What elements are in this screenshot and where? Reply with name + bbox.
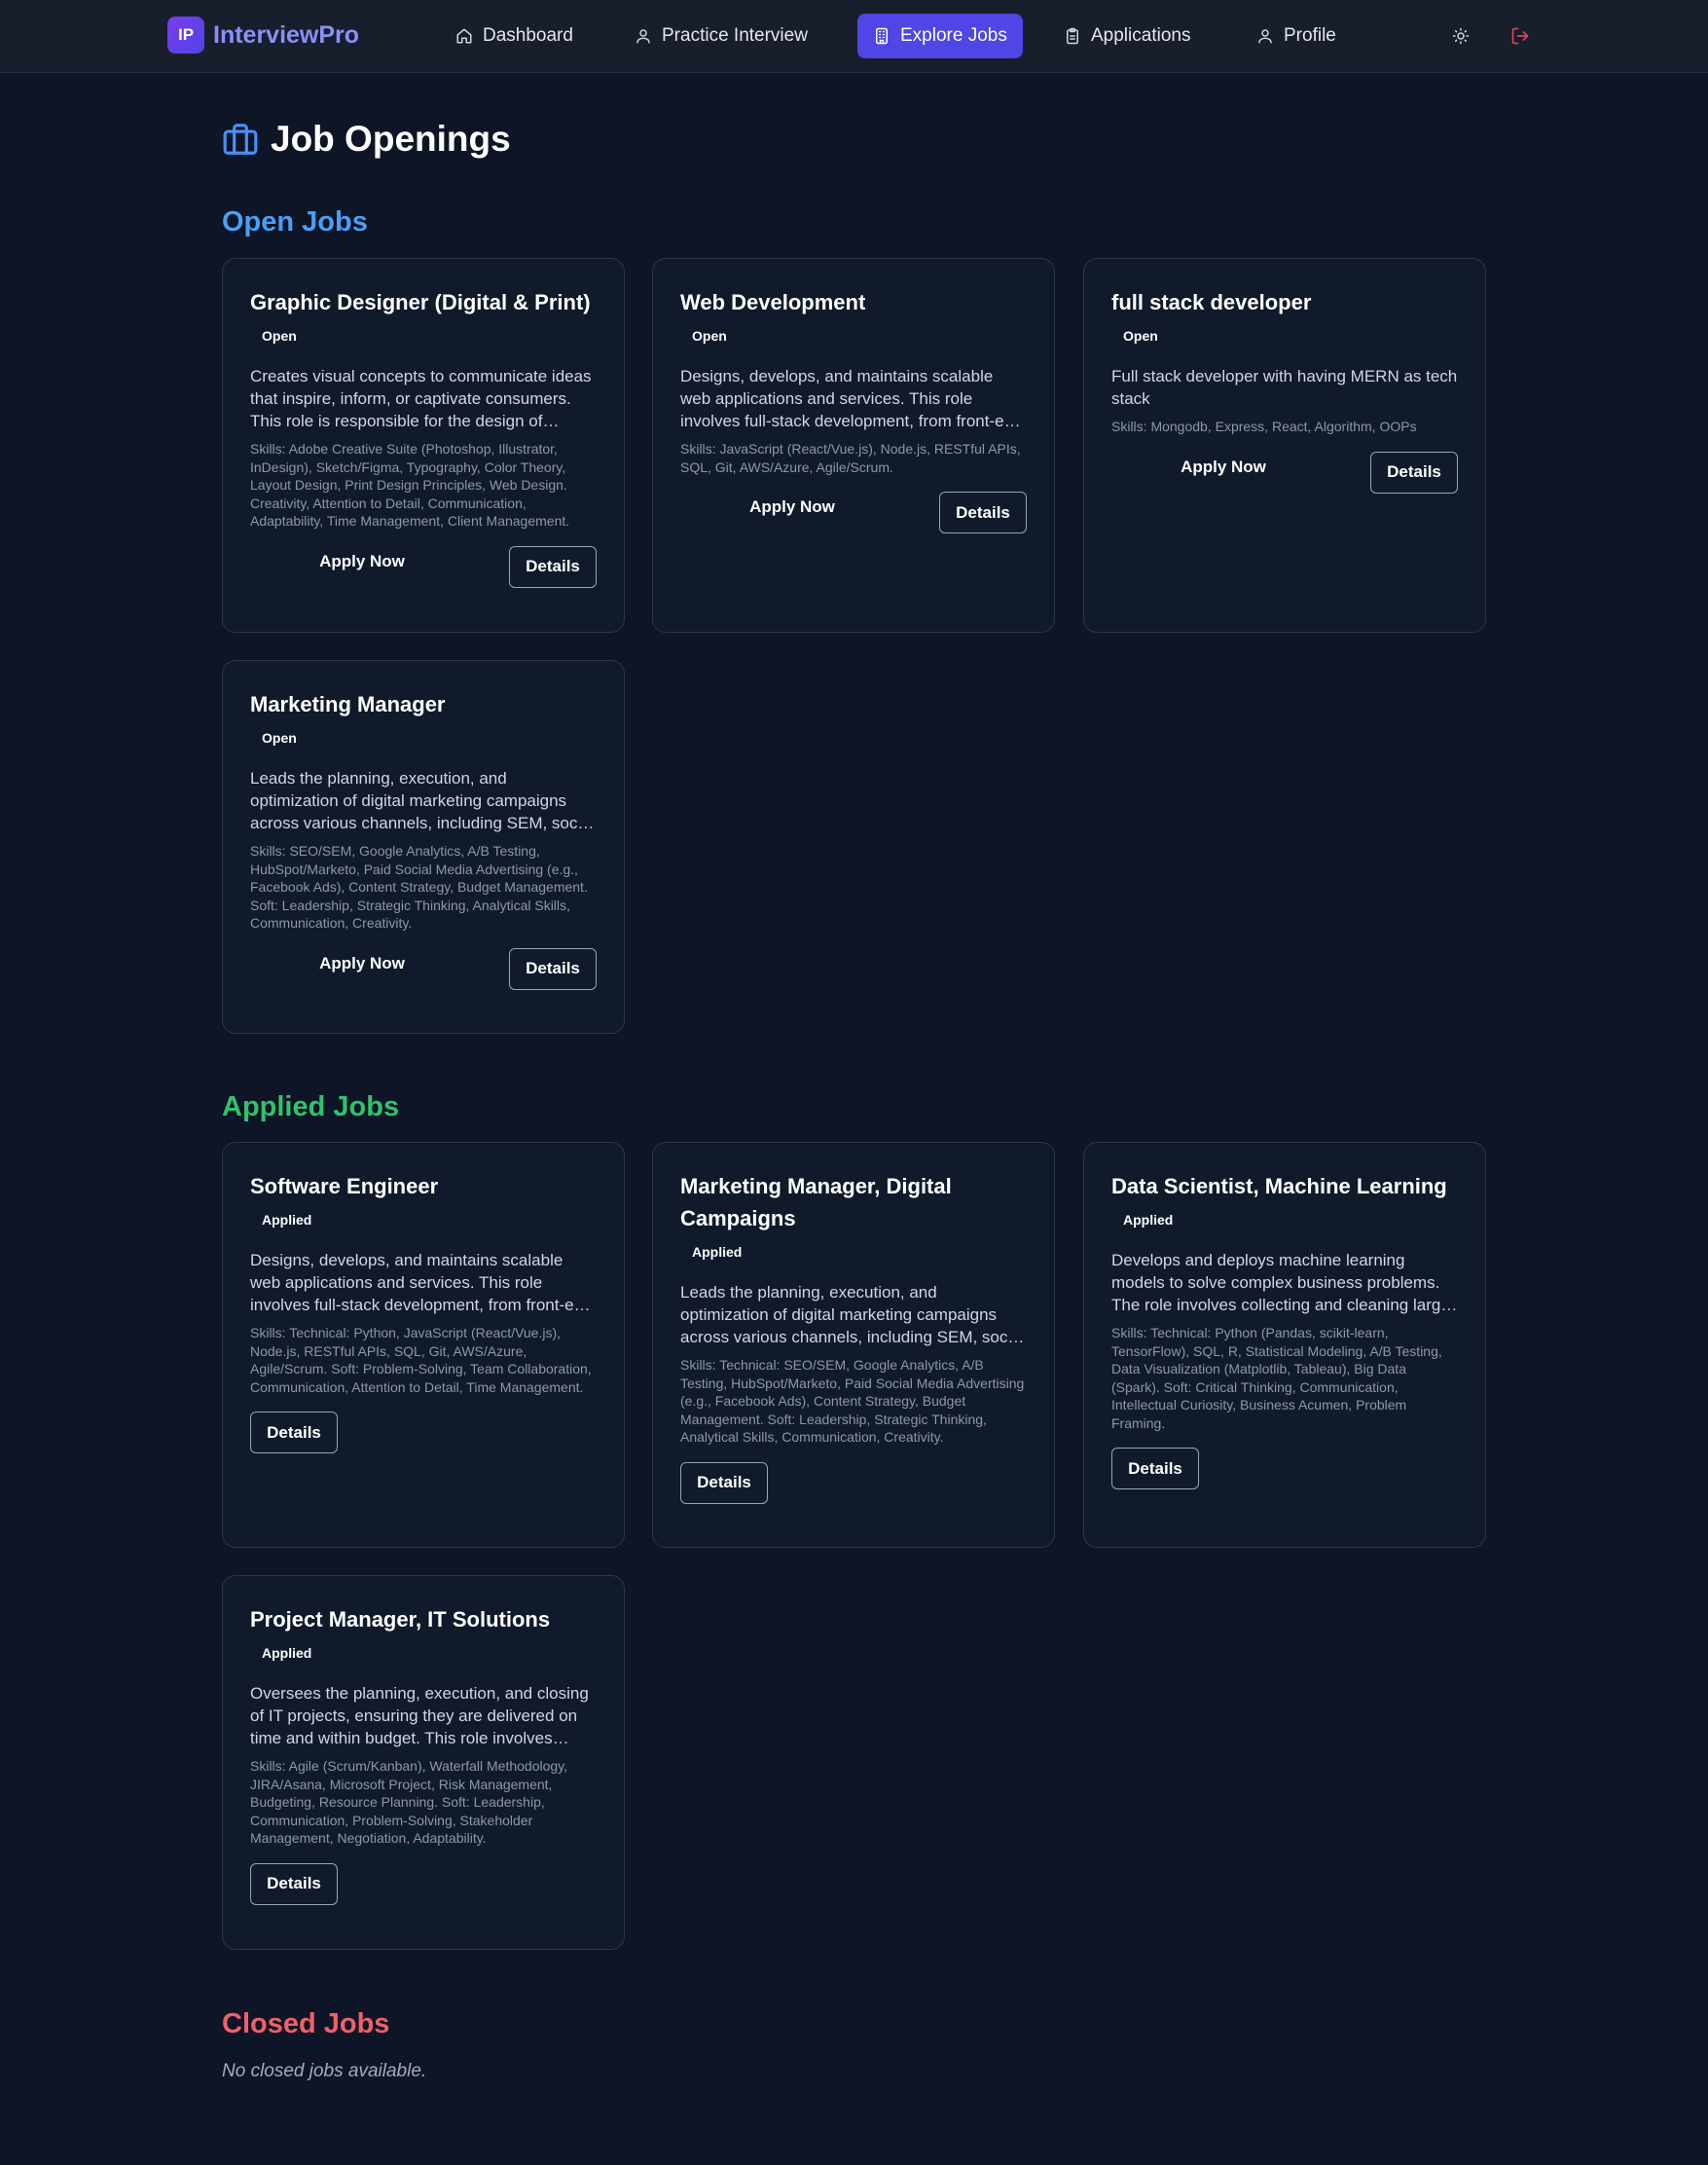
building-icon (873, 27, 890, 45)
job-skills: Skills: JavaScript (React/Vue.js), Node.… (680, 441, 1021, 475)
card-actions: Apply Now Details (250, 545, 597, 589)
job-card: full stack developer Open Full stack dev… (1083, 258, 1486, 633)
job-skills: Skills: Adobe Creative Suite (Photoshop,… (250, 441, 570, 529)
apply-now-button[interactable]: Apply Now (299, 552, 425, 571)
job-card: Project Manager, IT Solutions Applied Ov… (222, 1575, 625, 1950)
job-title: full stack developer (1111, 290, 1312, 314)
job-description: Designs, develops, and maintains scalabl… (680, 367, 1023, 430)
job-skills: Skills: SEO/SEM, Google Analytics, A/B T… (250, 843, 588, 931)
page-title: Job Openings (222, 119, 511, 160)
job-card: Data Scientist, Machine Learning Applied… (1083, 1142, 1486, 1548)
job-title: Graphic Designer (Digital & Print) (250, 290, 591, 314)
applied-jobs-heading: Applied Jobs (222, 1091, 400, 1122)
nav-explore-jobs[interactable]: Explore Jobs (857, 14, 1023, 58)
closed-jobs-empty-text: No closed jobs available. (222, 2061, 427, 2081)
job-card: Software Engineer Applied Designs, devel… (222, 1142, 625, 1548)
apply-now-button[interactable]: Apply Now (729, 497, 855, 517)
job-skills: Skills: Technical: Python (Pandas, sciki… (1111, 1325, 1442, 1431)
card-actions: Details (1111, 1448, 1458, 1490)
user-icon (1256, 27, 1274, 45)
closed-jobs-heading: Closed Jobs (222, 2008, 390, 2039)
nav-applications[interactable]: Applications (1048, 14, 1206, 58)
status-badge: Open (262, 328, 297, 344)
status-badge: Open (262, 730, 297, 746)
details-button[interactable]: Details (1111, 1448, 1199, 1489)
job-description: Full stack developer with having MERN as… (1111, 367, 1458, 408)
card-actions: Apply Now Details (250, 947, 597, 991)
sun-icon (1452, 27, 1470, 45)
status-badge: Applied (1123, 1212, 1174, 1228)
job-card: Marketing Manager, Digital Campaigns App… (652, 1142, 1055, 1548)
brand-logo: IP (167, 17, 204, 54)
details-button[interactable]: Details (680, 1461, 768, 1504)
job-description: Develops and deploys machine learning mo… (1111, 1251, 1450, 1314)
apply-now-button[interactable]: Apply Now (1160, 458, 1287, 477)
nav-practice-interview[interactable]: Practice Interview (619, 14, 823, 58)
card-actions: Details (680, 1461, 1027, 1505)
user-icon (635, 27, 652, 45)
details-button[interactable]: Details (1370, 451, 1458, 494)
job-title: Marketing Manager, Digital Campaigns (680, 1174, 952, 1230)
status-badge: Applied (262, 1212, 312, 1228)
apply-now-button[interactable]: Apply Now (299, 954, 425, 973)
job-title: Project Manager, IT Solutions (250, 1607, 551, 1632)
job-title: Software Engineer (250, 1174, 439, 1198)
job-description: Oversees the planning, execution, and cl… (250, 1684, 589, 1747)
job-title: Marketing Manager (250, 692, 446, 716)
job-title: Web Development (680, 290, 866, 314)
details-button[interactable]: Details (250, 1412, 338, 1453)
nav-profile[interactable]: Profile (1241, 14, 1352, 58)
card-actions: Apply Now Details (680, 492, 1027, 534)
job-description: Leads the planning, execution, and optim… (250, 769, 595, 832)
details-button[interactable]: Details (509, 947, 597, 990)
status-badge: Open (1123, 328, 1158, 344)
home-icon (455, 27, 473, 45)
status-badge: Applied (262, 1645, 312, 1661)
details-button[interactable]: Details (509, 545, 597, 588)
status-badge: Applied (692, 1244, 743, 1260)
job-title: Data Scientist, Machine Learning (1111, 1174, 1447, 1198)
job-skills: Skills: Technical: SEO/SEM, Google Analy… (680, 1357, 1025, 1445)
nav-dashboard-label: Dashboard (483, 25, 573, 46)
logout-button[interactable] (1506, 21, 1535, 51)
clipboard-icon (1064, 27, 1081, 45)
card-actions: Details (250, 1412, 597, 1454)
details-button[interactable]: Details (939, 492, 1027, 533)
job-skills: Skills: Mongodb, Express, React, Algorit… (1111, 419, 1417, 434)
job-description: Creates visual concepts to communicate i… (250, 367, 592, 430)
status-badge: Open (692, 328, 727, 344)
card-actions: Details (250, 1862, 597, 1906)
briefcase-icon (223, 124, 258, 155)
page-title-text: Job Openings (271, 119, 511, 159)
nav-profile-label: Profile (1284, 25, 1336, 46)
top-navbar: IP InterviewPro Dashboard Practice Inter… (0, 0, 1708, 73)
job-skills: Skills: Technical: Python, JavaScript (R… (250, 1325, 592, 1395)
logout-icon (1511, 27, 1529, 45)
nav-dashboard[interactable]: Dashboard (440, 14, 589, 58)
job-description: Designs, develops, and maintains scalabl… (250, 1251, 593, 1314)
brand-name: InterviewPro (213, 20, 360, 49)
nav-practice-label: Practice Interview (662, 25, 808, 46)
job-card: Web Development Open Designs, develops, … (652, 258, 1055, 633)
card-actions: Apply Now Details (1111, 451, 1458, 495)
job-card: Graphic Designer (Digital & Print) Open … (222, 258, 625, 633)
nav-explore-label: Explore Jobs (900, 25, 1007, 46)
open-jobs-heading: Open Jobs (222, 206, 368, 238)
nav-applications-label: Applications (1091, 25, 1191, 46)
theme-toggle-button[interactable] (1446, 21, 1475, 51)
job-skills: Skills: Agile (Scrum/Kanban), Waterfall … (250, 1758, 568, 1846)
job-description: Leads the planning, execution, and optim… (680, 1283, 1025, 1346)
job-card: Marketing Manager Open Leads the plannin… (222, 660, 625, 1034)
details-button[interactable]: Details (250, 1862, 338, 1905)
brand[interactable]: IP InterviewPro (167, 17, 359, 54)
